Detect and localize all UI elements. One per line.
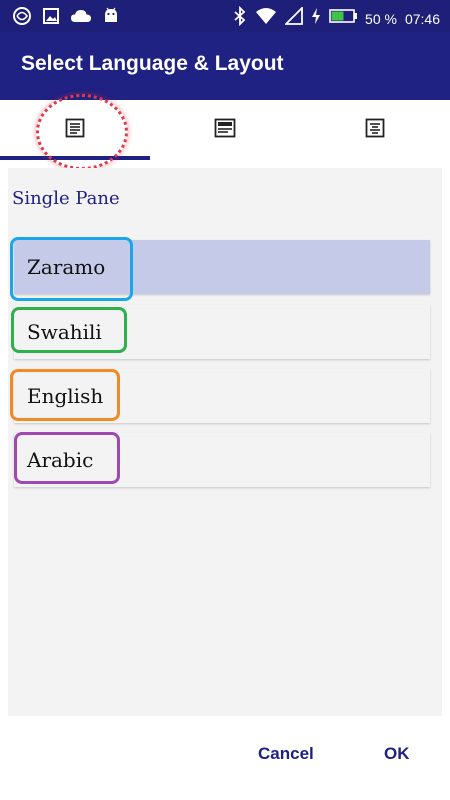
battery-percentage: 50 % bbox=[365, 10, 397, 27]
language-label: Zaramo bbox=[27, 255, 106, 279]
signal-icon bbox=[283, 5, 303, 30]
cloud-icon bbox=[70, 8, 92, 29]
tab-two-pane[interactable] bbox=[150, 100, 300, 160]
language-row-arabic[interactable]: Arabic bbox=[14, 433, 430, 487]
wifi-icon bbox=[255, 7, 277, 30]
tab-single-pane[interactable] bbox=[0, 94, 150, 170]
app-icon bbox=[12, 6, 32, 31]
status-bar-left-icons bbox=[12, 6, 120, 31]
tab-interlinear[interactable] bbox=[300, 100, 450, 160]
two-pane-layout-icon bbox=[214, 118, 236, 143]
bluetooth-icon bbox=[233, 5, 247, 31]
language-panel: Single Pane Zaramo Swahili English Arabi… bbox=[8, 168, 442, 716]
clock: 07:46 bbox=[404, 10, 440, 27]
language-row-swahili[interactable]: Swahili bbox=[14, 305, 430, 359]
status-bar-right-icons: 50 % 07:46 bbox=[233, 5, 440, 31]
interlinear-layout-icon bbox=[365, 118, 385, 143]
language-label: English bbox=[27, 384, 104, 408]
layout-tabs bbox=[0, 94, 450, 170]
cancel-button[interactable]: Cancel bbox=[258, 744, 314, 764]
single-pane-layout-icon bbox=[65, 118, 85, 143]
section-heading: Single Pane bbox=[12, 188, 120, 209]
dialog-title: Select Language & Layout bbox=[21, 52, 284, 75]
selected-tab-indicator bbox=[0, 156, 150, 160]
android-icon bbox=[102, 7, 120, 30]
status-bar: 50 % 07:46 bbox=[0, 0, 450, 32]
image-icon bbox=[42, 7, 60, 30]
battery-icon bbox=[329, 8, 358, 29]
title-bar: Select Language & Layout bbox=[0, 32, 450, 100]
ok-button[interactable]: OK bbox=[384, 744, 410, 764]
language-label: Swahili bbox=[27, 320, 102, 344]
language-row-zaramo[interactable]: Zaramo bbox=[14, 240, 430, 294]
language-row-english[interactable]: English bbox=[14, 369, 430, 423]
language-label: Arabic bbox=[27, 448, 94, 472]
charging-icon bbox=[311, 7, 321, 30]
